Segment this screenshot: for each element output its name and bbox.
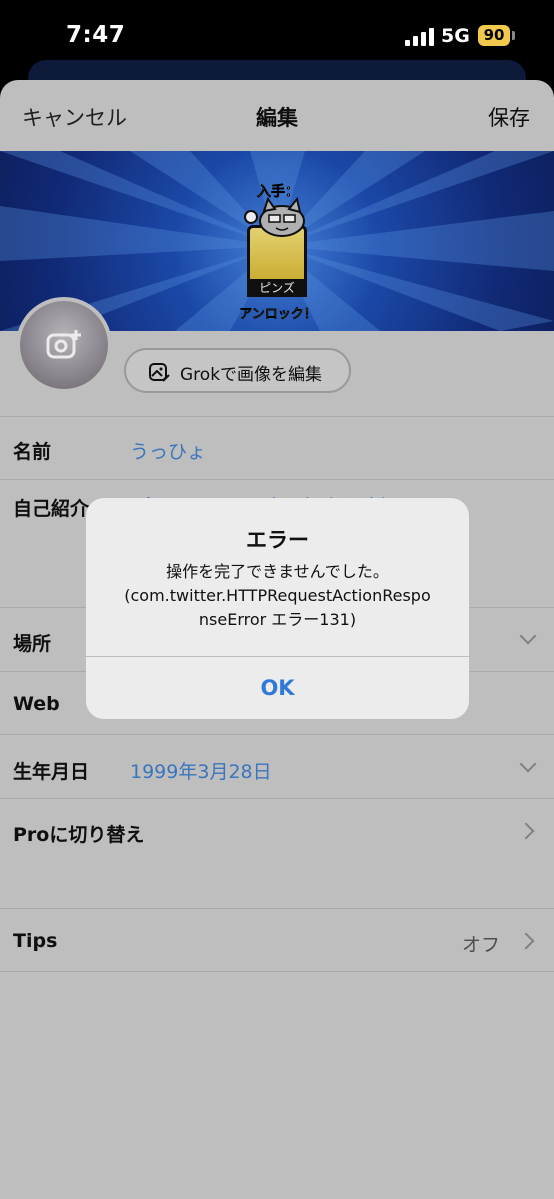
battery-icon: 90 [478, 25, 510, 46]
alert-message-line: (com.twitter.HTTPRequestActionRespo [124, 586, 431, 605]
alert-message-line: 操作を完了できませんでした。 [166, 562, 389, 581]
error-alert-dialog: エラー 操作を完了できませんでした。 (com.twitter.HTTPRequ… [86, 498, 469, 719]
alert-message: 操作を完了できませんでした。 (com.twitter.HTTPRequestA… [104, 560, 451, 632]
battery-tip [512, 31, 515, 40]
alert-title: エラー [246, 528, 309, 552]
alert-message-line: nseError エラー131) [198, 610, 357, 629]
signal-icon [405, 28, 435, 46]
ok-button[interactable]: OK [86, 657, 469, 719]
network-label: 5G [441, 25, 470, 47]
status-time: 7:47 [66, 22, 126, 48]
